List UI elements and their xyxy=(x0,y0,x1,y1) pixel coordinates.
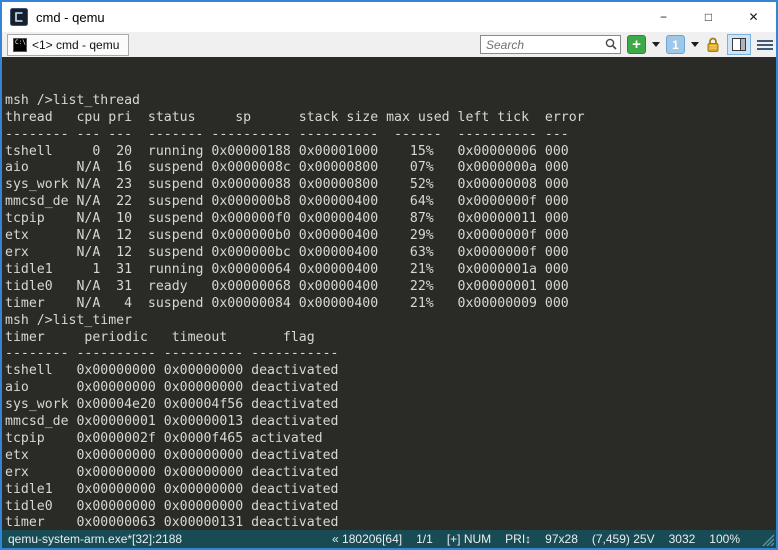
tab-label: <1> cmd - qemu xyxy=(32,38,119,52)
conemu-window: cmd - qemu − □ ✕ C:\ <1> cmd - qemu + 1 xyxy=(0,0,778,550)
tab-bar: C:\ <1> cmd - qemu + 1 xyxy=(2,32,776,57)
status-value: 3032 xyxy=(669,532,696,546)
title-bar: cmd - qemu − □ ✕ xyxy=(2,2,776,32)
main-menu-button[interactable] xyxy=(757,40,773,50)
search-box xyxy=(480,35,621,54)
minimize-button[interactable]: − xyxy=(641,2,686,32)
cmd-icon: C:\ xyxy=(13,38,27,52)
status-cursor-info: (7,459) 25V xyxy=(592,532,655,546)
status-tab-count: 1/1 xyxy=(416,532,433,546)
status-zoom-percent: 100% xyxy=(709,532,740,546)
close-button[interactable]: ✕ xyxy=(731,2,776,32)
panel-icon xyxy=(732,38,746,51)
console-list-dropdown-icon[interactable] xyxy=(691,42,699,47)
terminal-console[interactable]: msh />list_thread thread cpu pri status … xyxy=(2,57,776,530)
tab-cmd-qemu[interactable]: C:\ <1> cmd - qemu xyxy=(7,34,129,56)
lock-icon[interactable] xyxy=(705,36,721,53)
status-process-info: qemu-system-arm.exe*[32]:2188 xyxy=(8,532,182,546)
new-console-dropdown-icon[interactable] xyxy=(652,42,660,47)
active-console-button[interactable]: 1 xyxy=(666,35,685,54)
search-input[interactable] xyxy=(480,35,621,54)
toolbar: + 1 xyxy=(480,34,773,55)
window-title: cmd - qemu xyxy=(36,10,105,25)
resize-grip[interactable] xyxy=(760,532,774,546)
search-icon xyxy=(604,37,618,51)
view-panel-toggle-button[interactable] xyxy=(727,34,751,55)
status-bar: qemu-system-arm.exe*[32]:2188 « 180206[6… xyxy=(2,530,776,548)
conemu-app-icon xyxy=(10,8,28,26)
status-priority: PRI↕ xyxy=(505,532,531,546)
terminal-output: msh />list_thread thread cpu pri status … xyxy=(5,93,776,530)
status-keyboard-flags: [+] NUM xyxy=(447,532,491,546)
status-build-number: « 180206[64] xyxy=(332,532,402,546)
new-console-button[interactable]: + xyxy=(627,35,646,54)
status-console-size: 97x28 xyxy=(545,532,578,546)
maximize-button[interactable]: □ xyxy=(686,2,731,32)
